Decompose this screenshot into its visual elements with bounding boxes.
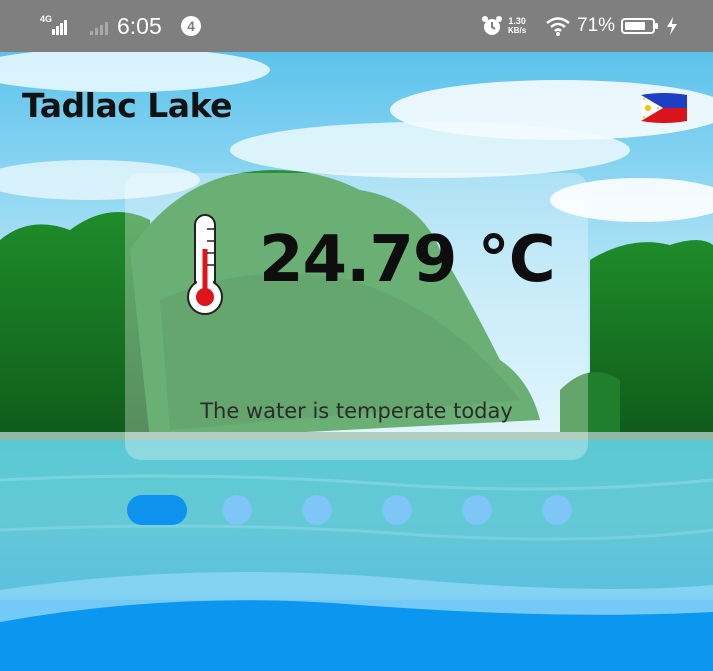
battery-icon xyxy=(621,0,659,52)
clock-time: 6:05 xyxy=(117,12,162,39)
temperature-card: 24.79 °C The water is temperate today xyxy=(125,173,588,460)
alarm-icon xyxy=(481,0,503,52)
battery-percentage: 71% xyxy=(577,15,616,36)
speed-unit: KB/s xyxy=(508,26,527,35)
philippines-flag-icon xyxy=(639,89,689,127)
temperature-message: The water is temperate today xyxy=(200,399,513,423)
page-dot-5[interactable] xyxy=(462,495,492,525)
page-dot-2[interactable] xyxy=(222,495,252,525)
page-dot-6[interactable] xyxy=(542,495,572,525)
lake-title: Tadlac Lake xyxy=(22,86,233,125)
page-indicator xyxy=(0,495,713,525)
charging-icon xyxy=(665,0,679,52)
notification-count-icon: 4 xyxy=(181,0,201,52)
network-speed: 1.30 KB/s xyxy=(508,0,526,52)
page-dot-4[interactable] xyxy=(382,495,412,525)
page-dot-3[interactable] xyxy=(302,495,332,525)
temperature-value: 24.79 °C xyxy=(259,223,556,297)
network-type: 4G xyxy=(40,14,53,24)
thermometer-icon xyxy=(183,213,227,317)
page-dot-1[interactable] xyxy=(127,495,187,525)
signal-icon: 4G xyxy=(40,0,70,52)
signal-2-icon xyxy=(88,0,114,52)
wifi-icon xyxy=(545,0,571,52)
speed-value: 1.30 xyxy=(508,16,526,26)
status-bar: 4G 6:05 4 1.30 KB/s 71% xyxy=(0,0,713,52)
notification-count: 4 xyxy=(181,16,201,36)
